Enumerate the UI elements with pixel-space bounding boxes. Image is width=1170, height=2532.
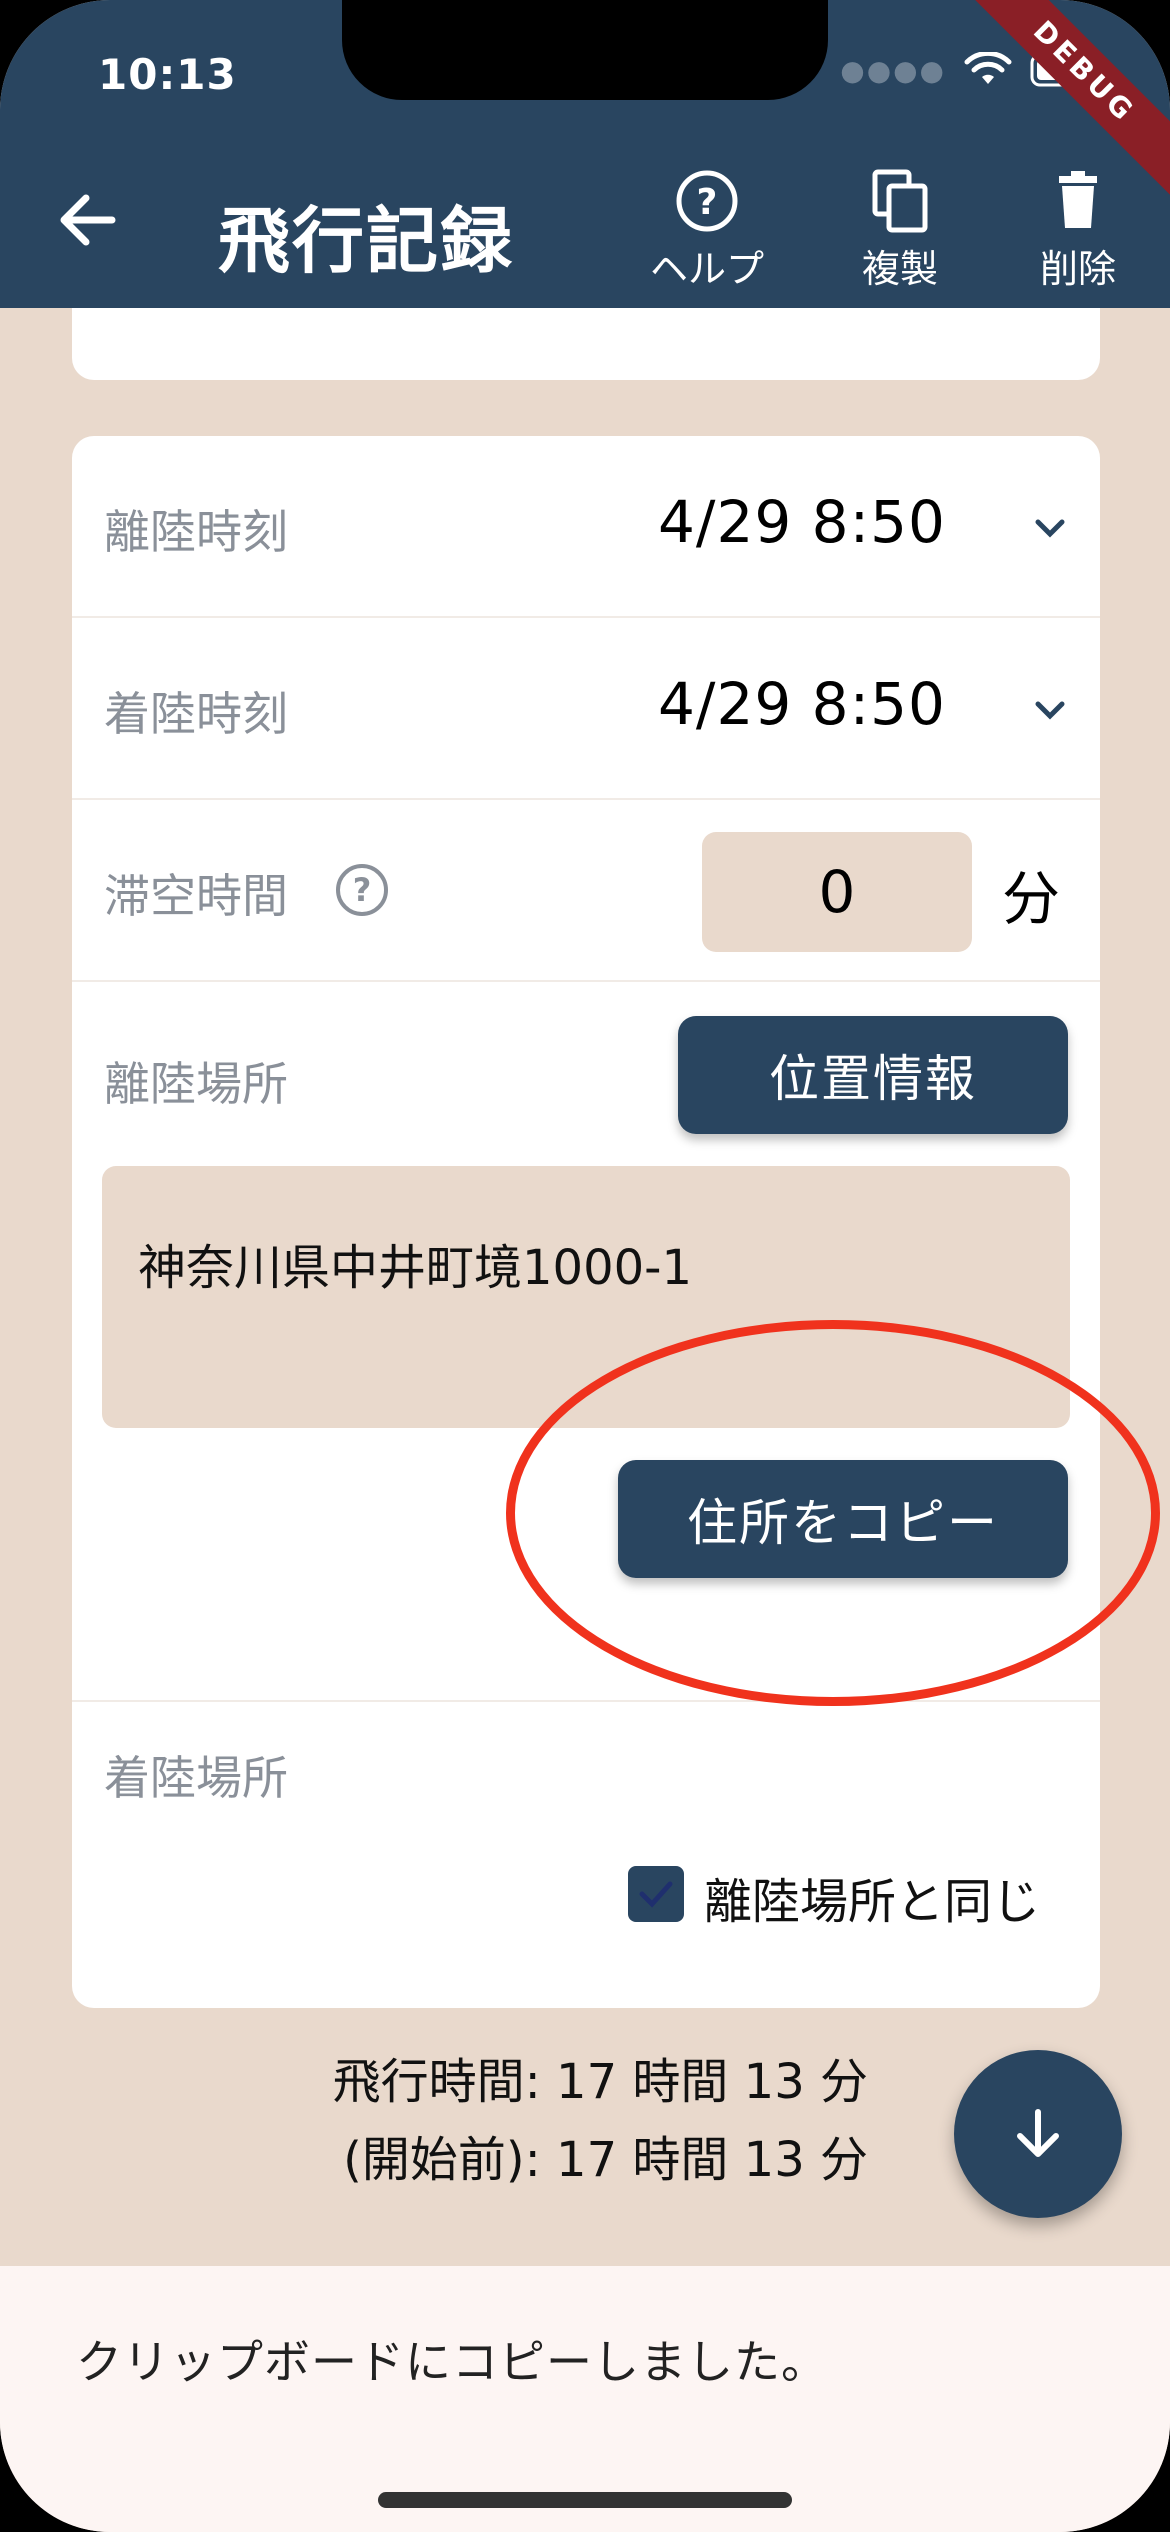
svg-text:?: ?: [697, 182, 718, 223]
question-icon[interactable]: ?: [336, 864, 388, 916]
chevron-down-icon: [1035, 519, 1065, 538]
previous-card: [72, 308, 1100, 380]
snackbar-message: クリップボードにコピーしました。: [76, 2335, 828, 2389]
arrow-down-icon: [1017, 2109, 1059, 2157]
copy-icon: [872, 169, 928, 233]
page-title: 飛行記録: [218, 199, 515, 283]
duplicate-button[interactable]: 複製: [862, 168, 938, 293]
divider: [72, 1700, 1100, 1702]
takeoff-place-label: 離陸場所: [104, 1057, 288, 1111]
device-notch: [342, 0, 828, 100]
trash-icon: [1059, 171, 1097, 228]
help-circle-icon: ?: [676, 170, 738, 232]
signal-icon: ●●●●: [840, 53, 946, 87]
delete-button[interactable]: 削除: [1040, 168, 1116, 293]
landing-time-row[interactable]: 着陸時刻 4/29 8:50: [72, 618, 1100, 800]
takeoff-time-value: 4/29 8:50: [658, 488, 946, 556]
landing-time-label: 着陸時刻: [104, 687, 288, 741]
flight-time-summary: 飛行時間: 17 時間 13 分: [332, 2054, 868, 2110]
back-button[interactable]: [48, 180, 128, 260]
scroll-down-button[interactable]: [954, 2050, 1122, 2218]
landing-place-label: 着陸場所: [104, 1751, 288, 1805]
before-start-summary: (開始前): 17 時間 13 分: [343, 2132, 868, 2188]
status-time: 10:13: [98, 50, 237, 99]
takeoff-time-label: 離陸時刻: [104, 505, 288, 559]
wifi-icon: [964, 52, 1012, 84]
flight-time-card: 離陸時刻 4/29 8:50 着陸時刻 4/29 8:50 滞空時間 ? 0 分…: [72, 436, 1100, 2008]
airtime-input[interactable]: 0: [702, 832, 972, 952]
highlight-circle: [506, 1320, 1160, 1706]
help-label: ヘルプ: [650, 247, 765, 291]
phone-screen: 10:13 ●●●● DEBUG 飛行記録 ? ヘルプ 複製 削除 離陸時刻 4…: [0, 0, 1170, 2532]
delete-label: 削除: [1040, 247, 1117, 291]
chevron-down-icon: [1035, 701, 1065, 720]
help-button[interactable]: ? ヘルプ: [650, 168, 764, 293]
home-indicator[interactable]: [378, 2492, 792, 2508]
landing-time-value: 4/29 8:50: [658, 670, 946, 738]
airtime-label: 滞空時間: [104, 869, 288, 923]
airtime-unit: 分: [1002, 865, 1061, 933]
takeoff-time-row[interactable]: 離陸時刻 4/29 8:50: [72, 436, 1100, 618]
same-as-takeoff-checkbox[interactable]: [628, 1866, 684, 1922]
duplicate-label: 複製: [862, 247, 939, 291]
check-icon: [639, 1881, 673, 1908]
same-as-takeoff-label: 離陸場所と同じ: [704, 1874, 1041, 1930]
location-button[interactable]: 位置情報: [678, 1016, 1068, 1134]
app-bar: 10:13 ●●●● DEBUG 飛行記録 ? ヘルプ 複製 削除: [0, 0, 1170, 308]
arrow-left-icon: [60, 194, 116, 246]
